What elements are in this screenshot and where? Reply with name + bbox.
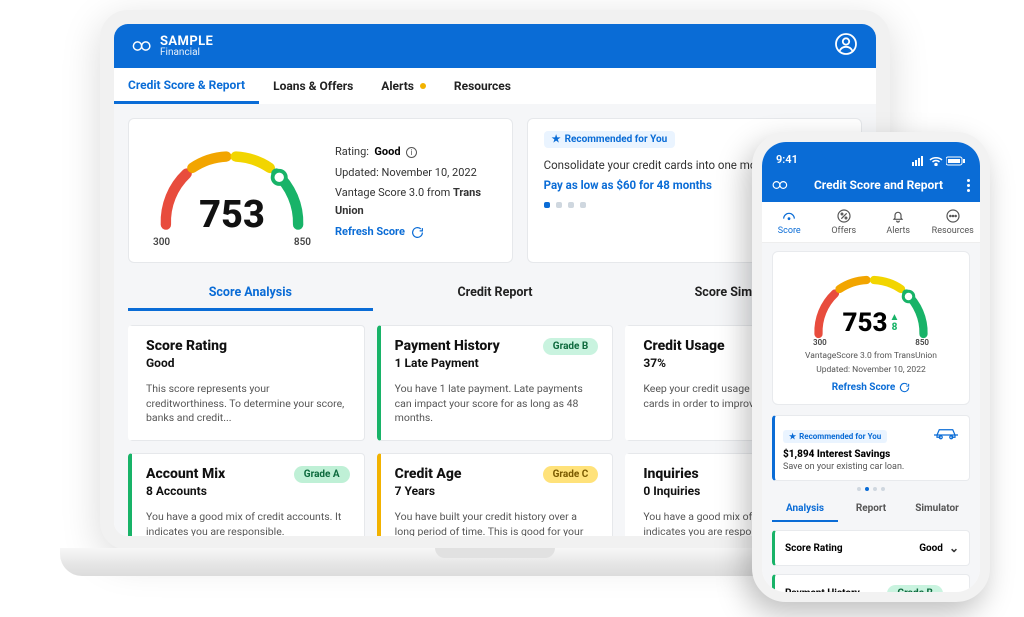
score-delta: ▲8	[890, 313, 900, 333]
chevron-down-icon: ⌄	[949, 587, 959, 601]
phone-score-card: 753 ▲8 300850 VantageScore 3.0 from Tran…	[772, 251, 970, 405]
phone-title: Credit Score and Report	[814, 178, 943, 192]
phone-subtab-simulator[interactable]: Simulator	[904, 497, 970, 522]
phone-carousel-dots[interactable]	[772, 487, 970, 491]
gauge-icon	[781, 208, 797, 224]
tab-credit-score[interactable]: Credit Score & Report	[114, 68, 259, 104]
chevron-down-icon: ⌄	[949, 541, 959, 555]
phone-time: 9:41	[776, 153, 798, 166]
phone-header: Credit Score and Report	[762, 168, 980, 202]
phone-tab-score[interactable]: Score	[762, 202, 817, 242]
analysis-card[interactable]: Score Rating Good This score represents yo…	[128, 325, 365, 441]
phone-analysis-row[interactable]: Payment HistoryGrade B⌄	[772, 574, 970, 602]
analysis-card[interactable]: Credit Age 7 Years Grade C You have built y…	[377, 453, 614, 536]
bell-icon	[890, 208, 906, 224]
grade-badge: Grade B	[887, 585, 943, 602]
card-body: You have a good mix of credit accounts. …	[146, 510, 350, 536]
star-icon: ★	[552, 134, 561, 145]
score-rating: Good	[374, 145, 400, 158]
card-sub: Good	[146, 356, 227, 370]
phone-tabs: Score Offers Alerts Resources	[762, 202, 980, 243]
phone-refresh-button[interactable]: Refresh Score	[832, 382, 911, 393]
card-title: Credit Age	[395, 466, 462, 482]
info-icon[interactable]: i	[406, 147, 417, 158]
score-card: 753 300850 Rating: Good i Updated: Novem…	[128, 118, 513, 263]
phone-tab-offers[interactable]: Offers	[817, 202, 872, 242]
subtab-score-analysis[interactable]: Score Analysis	[128, 277, 373, 311]
brand-icon	[772, 179, 790, 191]
card-title: Payment History	[395, 338, 500, 354]
brand-sub: Financial	[160, 47, 213, 58]
analysis-card[interactable]: Account Mix 8 Accounts Grade A You have a g…	[128, 453, 365, 536]
phone-analysis-row[interactable]: Score RatingGood⌄	[772, 530, 970, 566]
card-title: Credit Usage	[643, 338, 724, 354]
car-icon	[931, 422, 961, 442]
score-max: 850	[294, 237, 311, 248]
grade-badge: Grade A	[294, 466, 350, 483]
percent-icon	[836, 208, 852, 224]
star-icon: ★	[789, 432, 796, 441]
app-header: SAMPLEFinancial	[114, 24, 876, 68]
refresh-icon	[411, 226, 424, 239]
wifi-icon	[929, 156, 943, 166]
card-sub: 37%	[643, 356, 724, 370]
card-body: You have built your credit history over …	[395, 510, 599, 536]
card-title: Account Mix	[146, 466, 225, 482]
card-sub: 1 Late Payment	[395, 356, 500, 370]
refresh-icon	[899, 382, 910, 393]
card-title: Inquiries	[643, 466, 700, 482]
tab-resources[interactable]: Resources	[440, 68, 525, 104]
card-sub: 0 Inquiries	[643, 484, 700, 498]
score-min: 300	[153, 237, 170, 248]
more-menu-icon[interactable]	[967, 179, 970, 192]
phone-subtab-report[interactable]: Report	[838, 497, 904, 522]
more-icon	[945, 208, 961, 224]
phone-tab-resources[interactable]: Resources	[926, 202, 981, 242]
brand-logo: SAMPLEFinancial	[132, 34, 213, 58]
refresh-score-button[interactable]: Refresh Score	[335, 223, 494, 241]
card-sub: 7 Years	[395, 484, 462, 498]
phone-tab-alerts[interactable]: Alerts	[871, 202, 926, 242]
phone-recommendation-card[interactable]: ★Recommended for You $1,894 Interest Sav…	[772, 415, 970, 481]
tab-loans-offers[interactable]: Loans & Offers	[259, 68, 367, 104]
phone-rec-body: Save on your existing car loan.	[783, 462, 961, 472]
card-body: You have 1 late payment. Late payments c…	[395, 382, 599, 426]
grade-badge: Grade C	[543, 466, 599, 483]
card-title: Score Rating	[146, 338, 227, 354]
phone-sub-tabs: Analysis Report Simulator	[772, 497, 970, 522]
grade-badge: Grade B	[543, 338, 599, 355]
recommended-pill: ★Recommended for You	[544, 131, 676, 148]
primary-tabs: Credit Score & Report Loans & Offers Ale…	[114, 68, 876, 104]
battery-icon	[946, 156, 966, 166]
subtab-credit-report[interactable]: Credit Report	[373, 277, 618, 311]
user-avatar-icon[interactable]	[834, 32, 858, 60]
phone-score-value: 753	[843, 308, 888, 338]
tab-alerts[interactable]: Alerts	[367, 68, 440, 104]
alert-indicator-icon	[420, 83, 426, 89]
analysis-card[interactable]: Payment History 1 Late Payment Grade B You …	[377, 325, 614, 441]
card-body: This score represents your creditworthin…	[146, 382, 350, 426]
score-updated: Updated: November 10, 2022	[335, 164, 494, 182]
card-sub: 8 Accounts	[146, 484, 225, 498]
phone-subtab-analysis[interactable]: Analysis	[772, 497, 838, 522]
phone-rec-title: $1,894 Interest Savings	[783, 449, 961, 460]
phone-device: 9:41 Credit Score and Report Score Offer…	[752, 132, 990, 602]
